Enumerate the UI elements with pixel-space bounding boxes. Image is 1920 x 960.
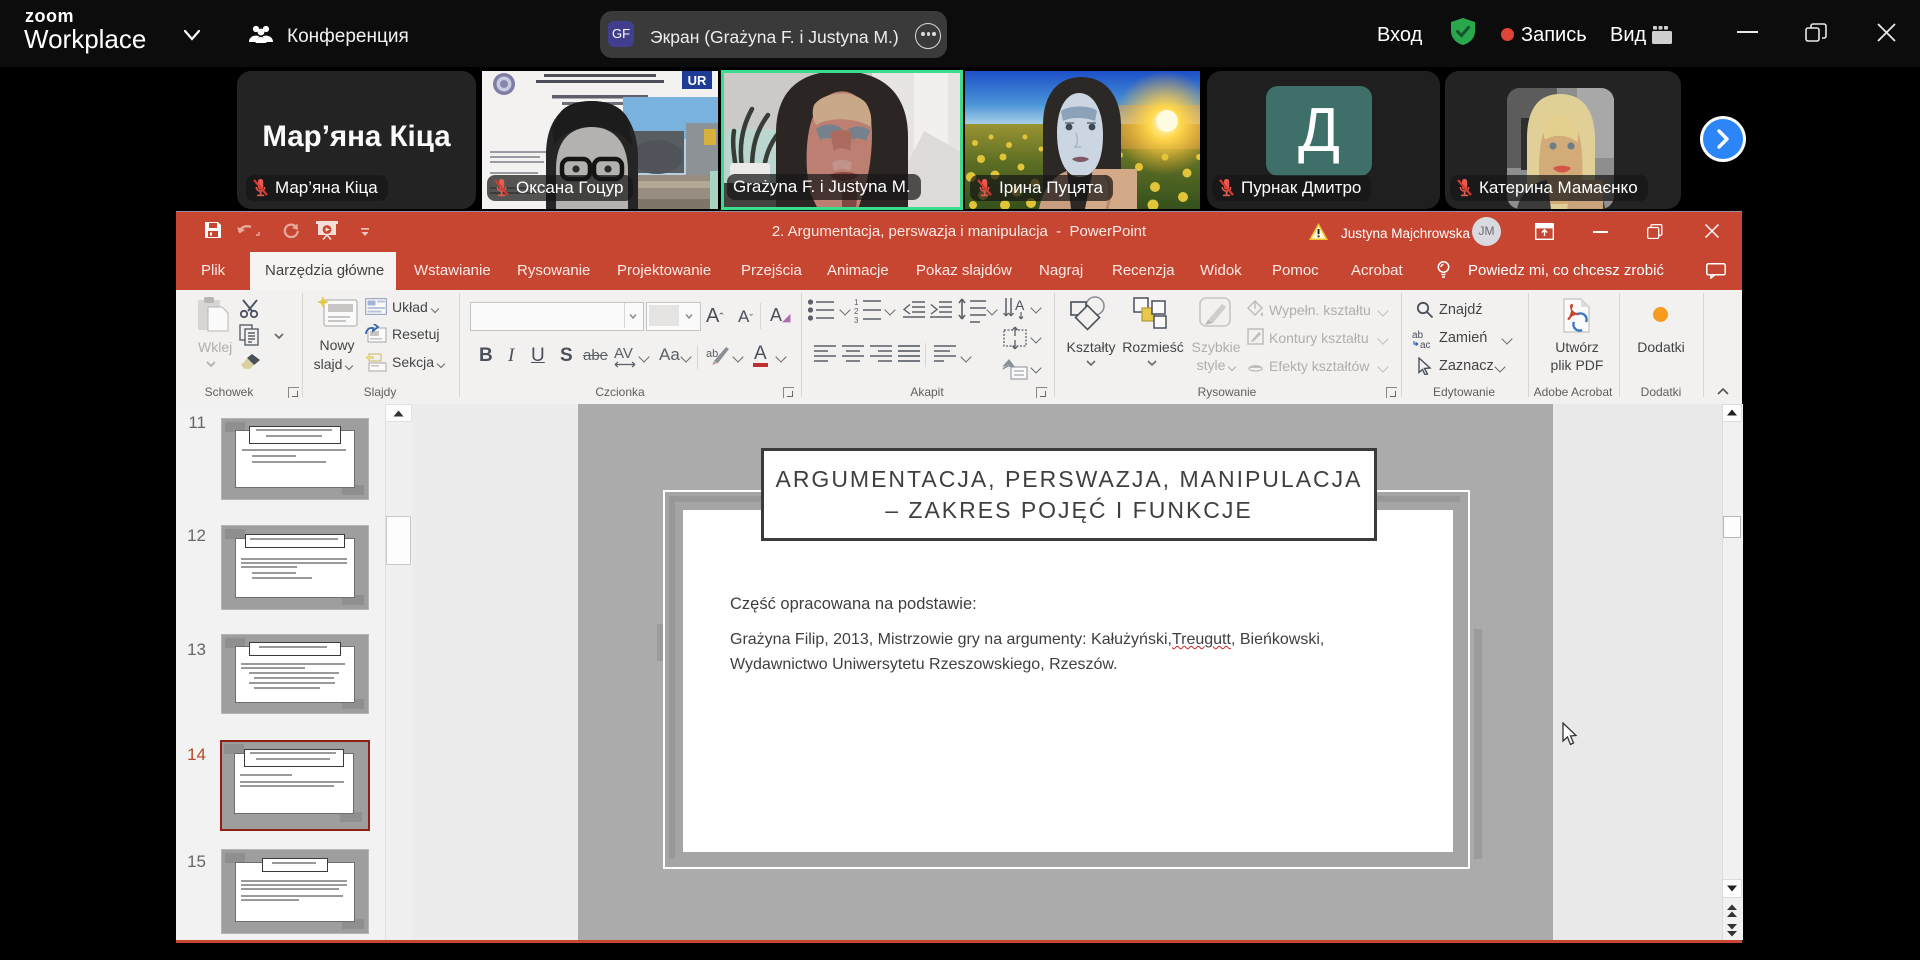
svg-text:3: 3 — [854, 316, 859, 323]
svg-text:2: 2 — [854, 307, 859, 316]
svg-text:ac: ac — [1420, 340, 1431, 349]
svg-text:A: A — [1015, 297, 1025, 313]
svg-text:1: 1 — [854, 298, 859, 307]
svg-text:UR: UR — [688, 73, 707, 88]
